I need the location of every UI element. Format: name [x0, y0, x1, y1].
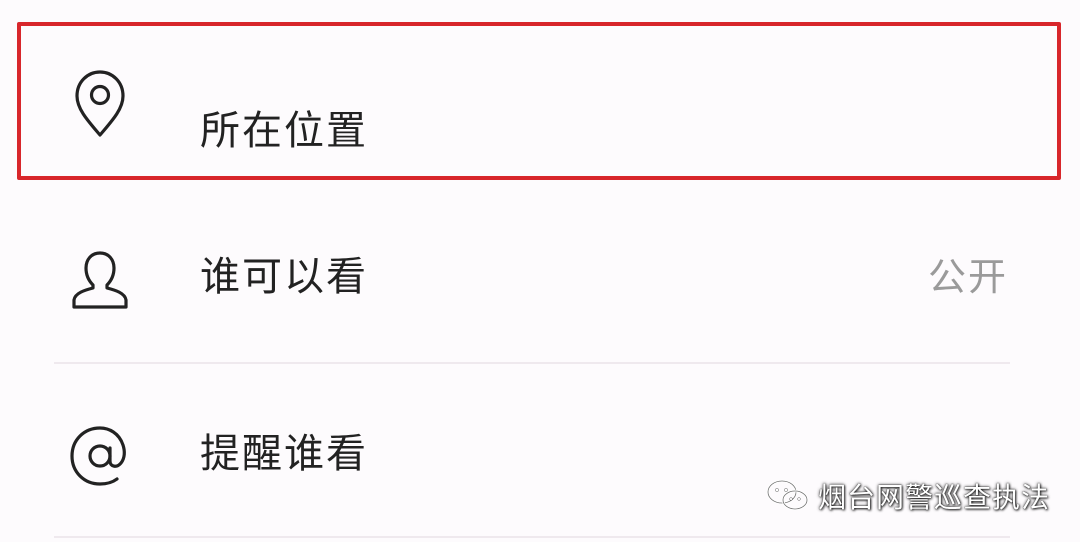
person-icon	[62, 242, 138, 318]
post-settings-screen: 所在位置 谁可以看 公开 提醒谁看 烟台网警巡查执法	[0, 0, 1080, 542]
visibility-label: 谁可以看	[200, 254, 368, 300]
row-divider	[54, 362, 1010, 364]
at-sign-icon	[62, 418, 138, 494]
visibility-value: 公开	[927, 255, 1008, 299]
watermark-text: 烟台网警巡查执法	[817, 481, 1050, 514]
wechat-icon	[766, 478, 810, 514]
watermark: 烟台网警巡查执法	[766, 474, 1050, 518]
location-highlight-box	[17, 22, 1061, 180]
row-divider	[54, 536, 1010, 538]
mention-label: 提醒谁看	[200, 431, 368, 477]
visibility-row[interactable]: 谁可以看 公开	[0, 195, 1080, 365]
